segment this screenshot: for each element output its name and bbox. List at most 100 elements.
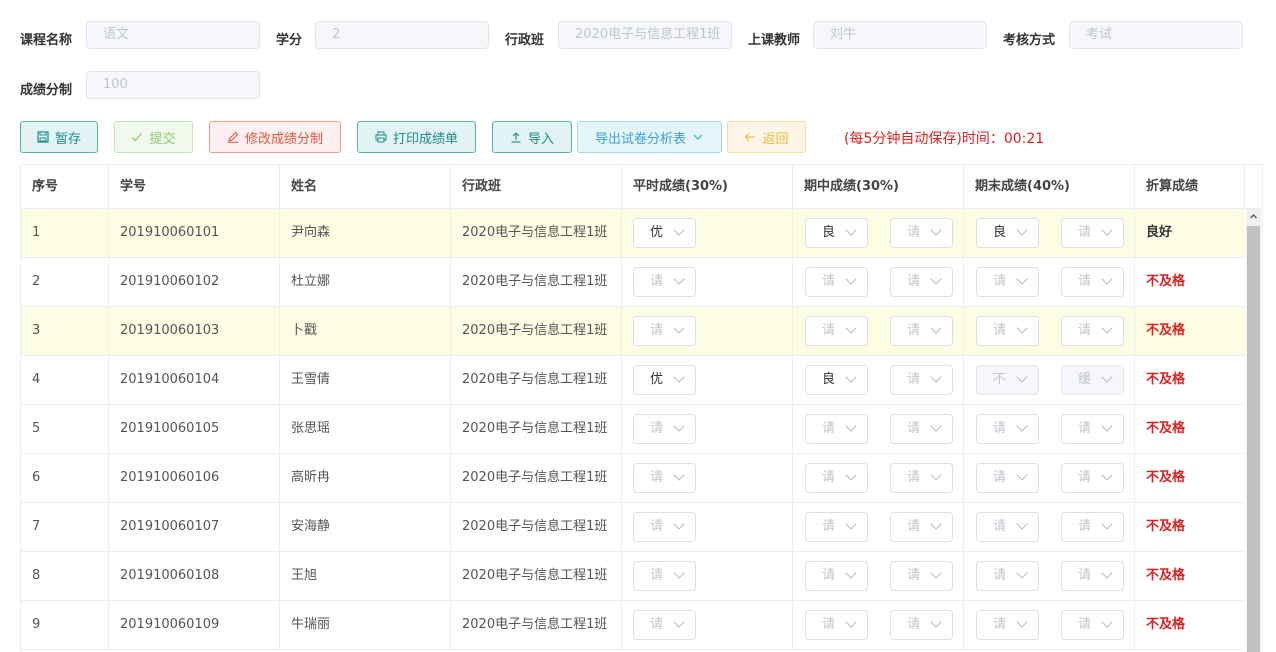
table-row[interactable]: 3 201910060103 卜戳 2020电子与信息工程1班 请 请 请 请 请 不及格 [21, 307, 1245, 356]
regular-score-select[interactable]: 请 [633, 610, 696, 640]
final-score-select[interactable]: 不 [976, 365, 1039, 395]
select-value: 请 [993, 617, 1007, 632]
autosave-timer: (每5分钟自动保存)时间：00:21 [844, 131, 1045, 147]
chevron-down-icon [1101, 371, 1113, 383]
table-row[interactable]: 4 201910060104 王雪倩 2020电子与信息工程1班 优 良 请 不 缓 不及格 [21, 356, 1245, 405]
chevron-down-icon [845, 616, 857, 628]
final-makeup-select[interactable]: 请 [1061, 463, 1124, 493]
midterm-makeup-select[interactable]: 请 [890, 365, 953, 395]
table-row[interactable]: 6 201910060106 高昕冉 2020电子与信息工程1班 请 请 请 请 请 不及格 [21, 454, 1245, 503]
final-makeup-select[interactable]: 请 [1061, 218, 1124, 248]
course-name-field[interactable]: 语文 [86, 21, 260, 49]
midterm-makeup-select[interactable]: 请 [890, 267, 953, 297]
midterm-score-select[interactable]: 请 [805, 512, 868, 542]
final-score-select[interactable]: 良 [976, 218, 1039, 248]
grade-table: 序号 学号 姓名 行政班 平时成绩(30%) 期中成绩(30%) 期末成绩(40… [20, 164, 1263, 652]
table-row[interactable]: 5 201910060105 张思瑶 2020电子与信息工程1班 请 请 请 请 请 不及格 [21, 405, 1245, 454]
regular-score-select[interactable]: 优 [633, 365, 696, 395]
export-analysis-dropdown[interactable]: 导出试卷分析表 [577, 121, 722, 153]
regular-score-select[interactable]: 请 [633, 512, 696, 542]
midterm-makeup-select[interactable]: 请 [890, 561, 953, 591]
final-makeup-select[interactable]: 请 [1061, 316, 1124, 346]
student-name: 王旭 [280, 552, 451, 600]
table-row[interactable]: 9 201910060109 牛瑞丽 2020电子与信息工程1班 请 请 请 请 请 不及格 [21, 601, 1245, 650]
class-name: 2020电子与信息工程1班 [451, 356, 622, 404]
select-value: 请 [1078, 421, 1092, 436]
select-value: 请 [907, 274, 921, 289]
final-makeup-select[interactable]: 请 [1061, 561, 1124, 591]
final-score-select[interactable]: 请 [976, 561, 1039, 591]
regular-score-select[interactable]: 请 [633, 414, 696, 444]
midterm-score-select[interactable]: 良 [805, 365, 868, 395]
table-row[interactable]: 2 201910060102 杜立娜 2020电子与信息工程1班 请 请 请 请 请 不及格 [21, 258, 1245, 307]
final-makeup-select[interactable]: 请 [1061, 610, 1124, 640]
midterm-score-select[interactable]: 请 [805, 610, 868, 640]
select-value: 请 [1078, 323, 1092, 338]
midterm-makeup-select[interactable]: 请 [890, 316, 953, 346]
class-field[interactable]: 2020电子与信息工程1班 [558, 21, 732, 49]
regular-score-select[interactable]: 请 [633, 561, 696, 591]
chevron-down-icon [1101, 224, 1113, 236]
regular-score-select[interactable]: 请 [633, 316, 696, 346]
midterm-score-select[interactable]: 请 [805, 267, 868, 297]
table-scrollbar[interactable] [1246, 209, 1261, 652]
scroll-up-icon[interactable] [1249, 212, 1258, 221]
final-makeup-select[interactable]: 请 [1061, 414, 1124, 444]
select-value: 请 [907, 225, 921, 240]
back-button[interactable]: 返回 [727, 121, 806, 153]
final-score-select[interactable]: 请 [976, 267, 1039, 297]
chevron-down-icon [930, 371, 942, 383]
final-score-select[interactable]: 请 [976, 610, 1039, 640]
modify-grade-split-button[interactable]: 修改成绩分制 [209, 121, 341, 153]
midterm-score-select[interactable]: 请 [805, 414, 868, 444]
midterm-makeup-select[interactable]: 请 [890, 512, 953, 542]
final-score-select[interactable]: 请 [976, 463, 1039, 493]
table-row[interactable]: 1 201910060101 尹向森 2020电子与信息工程1班 优 良 请 良 请 良好 [21, 209, 1245, 258]
converted-grade: 不及格 [1146, 617, 1186, 632]
teacher-field[interactable]: 刘牛 [813, 21, 987, 49]
regular-score-select[interactable]: 优 [633, 218, 696, 248]
regular-score-select[interactable]: 请 [633, 463, 696, 493]
import-button[interactable]: 导入 [492, 121, 572, 153]
midterm-score-select[interactable]: 请 [805, 316, 868, 346]
select-value: 缓 [1078, 372, 1092, 387]
select-value: 请 [907, 470, 921, 485]
class-name: 2020电子与信息工程1班 [451, 503, 622, 551]
exam-method-field[interactable]: 考试 [1069, 21, 1243, 49]
class-name: 2020电子与信息工程1班 [451, 405, 622, 453]
midterm-score-select[interactable]: 请 [805, 561, 868, 591]
student-id: 201910060102 [109, 258, 280, 306]
chevron-down-icon [1101, 567, 1113, 579]
chevron-down-icon [845, 224, 857, 236]
midterm-makeup-select[interactable]: 请 [890, 414, 953, 444]
row-index: 5 [21, 405, 109, 453]
credit-field[interactable]: 2 [315, 21, 489, 49]
select-value: 良 [822, 225, 836, 240]
scrollbar-thumb[interactable] [1247, 226, 1260, 652]
final-makeup-select[interactable]: 缓 [1061, 365, 1124, 395]
class-name: 2020电子与信息工程1班 [451, 307, 622, 355]
final-makeup-select[interactable]: 请 [1061, 512, 1124, 542]
regular-score-select[interactable]: 请 [633, 267, 696, 297]
table-row[interactable]: 8 201910060108 王旭 2020电子与信息工程1班 请 请 请 请 请 不及格 [21, 552, 1245, 601]
midterm-makeup-select[interactable]: 请 [890, 463, 953, 493]
midterm-score-select[interactable]: 请 [805, 463, 868, 493]
select-value: 优 [650, 225, 664, 240]
print-transcript-button[interactable]: 打印成绩单 [357, 121, 476, 153]
row-index: 2 [21, 258, 109, 306]
midterm-score-select[interactable]: 良 [805, 218, 868, 248]
chevron-down-icon [930, 273, 942, 285]
select-value: 不 [993, 372, 1007, 387]
grade-split-field[interactable]: 100 [86, 71, 260, 99]
save-draft-button[interactable]: 暂存 [20, 121, 98, 153]
submit-button[interactable]: 提交 [114, 121, 193, 153]
final-makeup-select[interactable]: 请 [1061, 267, 1124, 297]
final-score-select[interactable]: 请 [976, 512, 1039, 542]
final-score-select[interactable]: 请 [976, 414, 1039, 444]
table-row[interactable]: 7 201910060107 安海静 2020电子与信息工程1班 请 请 请 请 请 不及格 [21, 503, 1245, 552]
select-value: 请 [822, 519, 836, 534]
final-score-select[interactable]: 请 [976, 316, 1039, 346]
select-value: 请 [1078, 225, 1092, 240]
midterm-makeup-select[interactable]: 请 [890, 218, 953, 248]
midterm-makeup-select[interactable]: 请 [890, 610, 953, 640]
